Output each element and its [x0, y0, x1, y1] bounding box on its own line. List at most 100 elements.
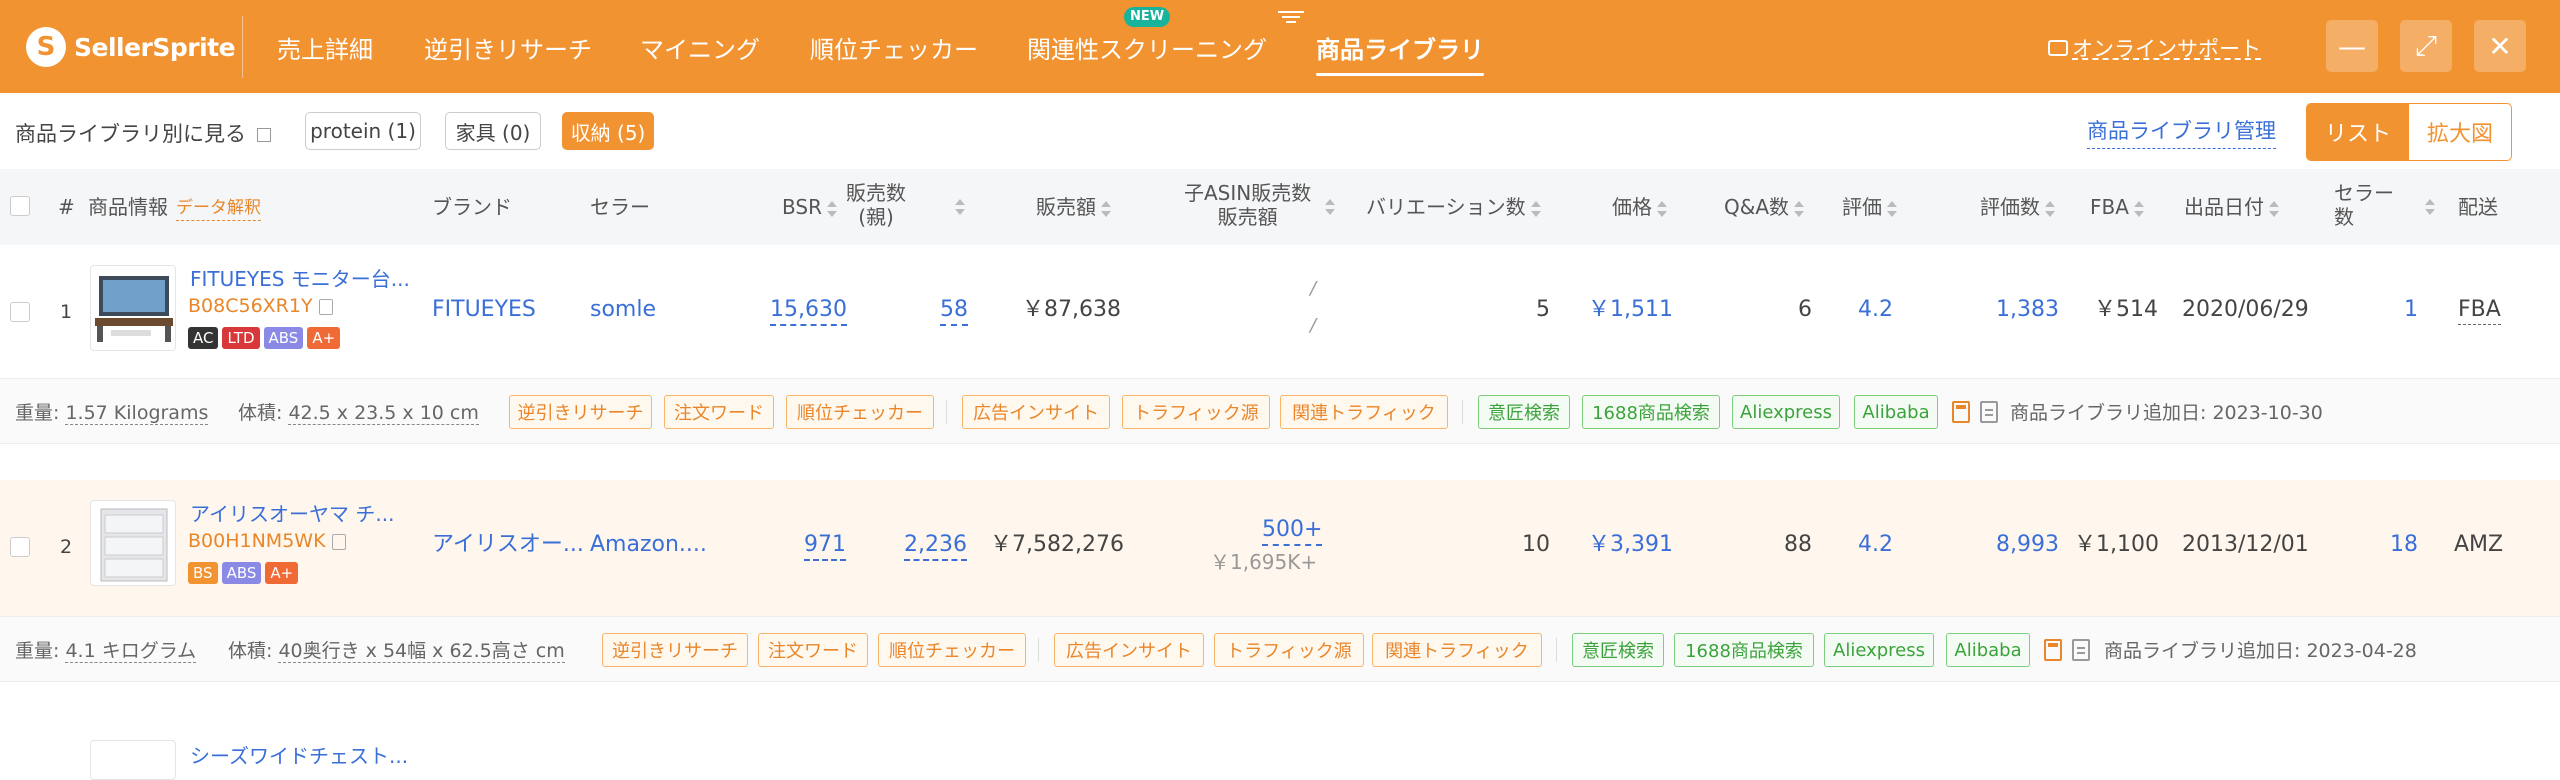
brand-link[interactable]: FITUEYES: [432, 296, 536, 324]
row-checkbox[interactable]: [10, 537, 30, 557]
col-price[interactable]: 価格: [1612, 195, 1668, 219]
product-title[interactable]: シーズワイドチェスト...: [190, 740, 408, 769]
list-view-button[interactable]: リスト: [2307, 104, 2409, 160]
col-rating[interactable]: 評価: [1842, 195, 1898, 219]
tool-design-search[interactable]: 意匠検索: [1478, 395, 1570, 429]
tool-alibaba[interactable]: Alibaba: [1946, 633, 2030, 667]
delivery-value: FBA: [2458, 296, 2501, 325]
product-title[interactable]: アイリスオーヤマ チ...: [190, 498, 394, 527]
child-sales-value[interactable]: 500+: [1262, 516, 1323, 546]
tool-aliexpress[interactable]: Aliexpress: [1732, 395, 1840, 429]
data-help-link[interactable]: データ解釈: [176, 196, 261, 221]
weight-value: 1.57 Kilograms: [65, 402, 209, 425]
tool-design-search[interactable]: 意匠検索: [1572, 633, 1664, 667]
product-asin[interactable]: B00H1NM5WK: [188, 530, 346, 552]
calculator-icon[interactable]: [2044, 639, 2062, 661]
price-value[interactable]: ￥3,391: [1588, 531, 1673, 559]
col-bsr-label: BSR: [782, 195, 822, 219]
maximize-button[interactable]: ⤢: [2400, 20, 2452, 72]
tool-order-words[interactable]: 注文ワード: [758, 633, 868, 667]
seller-link[interactable]: Amazon....: [590, 531, 707, 559]
large-view-button[interactable]: 拡大図: [2409, 104, 2511, 160]
app-logo[interactable]: S SellerSprite: [26, 26, 236, 68]
sales-value[interactable]: 58: [940, 296, 968, 326]
tool-alibaba[interactable]: Alibaba: [1854, 395, 1938, 429]
chip-furniture[interactable]: 家具 (0): [445, 112, 541, 150]
tab-product-library[interactable]: 商品ライブラリ: [1316, 30, 1484, 76]
note-icon[interactable]: [2072, 639, 2090, 661]
calculator-icon[interactable]: [1952, 401, 1970, 423]
close-button[interactable]: ✕: [2474, 20, 2526, 72]
tool-rank-checker[interactable]: 順位チェッカー: [878, 633, 1026, 667]
seller-count-value[interactable]: 1: [2404, 296, 2418, 324]
product-image[interactable]: [90, 265, 176, 351]
copy-icon[interactable]: [318, 298, 333, 315]
tool-related-traffic[interactable]: 関連トラフィック: [1372, 633, 1542, 667]
chip-protein[interactable]: protein (1): [305, 112, 421, 150]
col-qa[interactable]: Q&A数: [1724, 195, 1805, 219]
seller-count-value[interactable]: 18: [2390, 531, 2418, 559]
col-reviews[interactable]: 評価数: [1980, 195, 2056, 219]
tab-reverse-lookup[interactable]: 逆引きリサーチ: [424, 30, 592, 66]
col-child-asin[interactable]: 子ASIN販売数 販売額: [1184, 181, 1311, 229]
tool-reverse-lookup[interactable]: 逆引きリサーチ: [509, 395, 652, 429]
tab-sales-detail[interactable]: 売上詳細: [277, 30, 373, 66]
child-sales-value: /: [1310, 278, 1317, 299]
tool-rank-checker[interactable]: 順位チェッカー: [786, 395, 934, 429]
tag-ltd: LTD: [222, 327, 260, 349]
select-all-checkbox[interactable]: [10, 196, 30, 216]
listed-date-value: 2020/06/29: [2182, 297, 2309, 322]
brand-link[interactable]: アイリスオー...: [432, 531, 584, 559]
sort-icon[interactable]: [1324, 199, 1336, 215]
chip-storage[interactable]: 収納 (5): [562, 112, 654, 150]
row-checkbox[interactable]: [10, 302, 30, 322]
copy-icon[interactable]: [331, 533, 346, 550]
price-value[interactable]: ￥1,511: [1588, 296, 1673, 324]
seller-link[interactable]: somle: [590, 296, 656, 324]
col-variations[interactable]: バリエーション数: [1366, 195, 1542, 219]
tool-1688-search[interactable]: 1688商品検索: [1582, 395, 1720, 429]
rating-value[interactable]: 4.2: [1858, 531, 1893, 559]
tool-ad-insight[interactable]: 広告インサイト: [962, 395, 1110, 429]
library-manage-link[interactable]: 商品ライブラリ管理: [2087, 115, 2276, 149]
product-title[interactable]: FITUEYES モニター台...: [190, 263, 410, 292]
tab-mining[interactable]: マイニング: [640, 30, 760, 66]
col-listed-label: 出品日付: [2184, 195, 2264, 219]
tool-related-traffic[interactable]: 関連トラフィック: [1280, 395, 1448, 429]
bsr-value[interactable]: 971: [804, 531, 846, 561]
reviews-value[interactable]: 8,993: [1996, 531, 2059, 559]
sort-icon[interactable]: [954, 199, 966, 215]
col-sales-parent[interactable]: 販売数 (親): [846, 181, 906, 229]
col-bsr[interactable]: BSR: [782, 195, 838, 219]
online-support-link[interactable]: オンラインサポート: [2048, 33, 2261, 63]
tool-divider: [1556, 638, 1557, 662]
tool-ad-insight[interactable]: 広告インサイト: [1054, 633, 1204, 667]
tool-1688-search[interactable]: 1688商品検索: [1674, 633, 1814, 667]
tool-traffic-source[interactable]: トラフィック源: [1122, 395, 1270, 429]
col-seller-count[interactable]: セラー数: [2334, 181, 2394, 229]
tool-reverse-lookup[interactable]: 逆引きリサーチ: [602, 633, 748, 667]
tool-traffic-source[interactable]: トラフィック源: [1214, 633, 1364, 667]
reviews-value[interactable]: 1,383: [1996, 296, 2059, 324]
tool-aliexpress[interactable]: Aliexpress: [1824, 633, 1934, 667]
tab-rank-checker[interactable]: 順位チェッカー: [810, 30, 978, 66]
product-image[interactable]: [90, 500, 176, 586]
external-link-icon[interactable]: [256, 128, 271, 142]
col-listed-date[interactable]: 出品日付: [2184, 195, 2280, 219]
col-variations-label: バリエーション数: [1366, 195, 1526, 219]
col-revenue[interactable]: 販売額: [1036, 195, 1112, 219]
product-asin[interactable]: B08C56XR1Y: [188, 295, 333, 317]
sort-icon[interactable]: [2424, 199, 2436, 215]
menu-icon[interactable]: [1278, 8, 1304, 26]
nav-divider: [242, 16, 243, 78]
tab-relevance-screening[interactable]: 関連性スクリーニング: [1027, 30, 1267, 66]
tool-order-words[interactable]: 注文ワード: [664, 395, 774, 429]
bsr-value[interactable]: 15,630: [770, 296, 847, 326]
note-icon[interactable]: [1980, 401, 1998, 423]
sales-value[interactable]: 2,236: [904, 531, 967, 561]
minimize-button[interactable]: —: [2326, 20, 2378, 72]
product-image[interactable]: [90, 740, 176, 780]
col-fba[interactable]: FBA: [2090, 195, 2145, 219]
size-value: 40奥行き x 54幅 x 62.5高さ cm: [278, 640, 565, 663]
rating-value[interactable]: 4.2: [1858, 296, 1893, 324]
